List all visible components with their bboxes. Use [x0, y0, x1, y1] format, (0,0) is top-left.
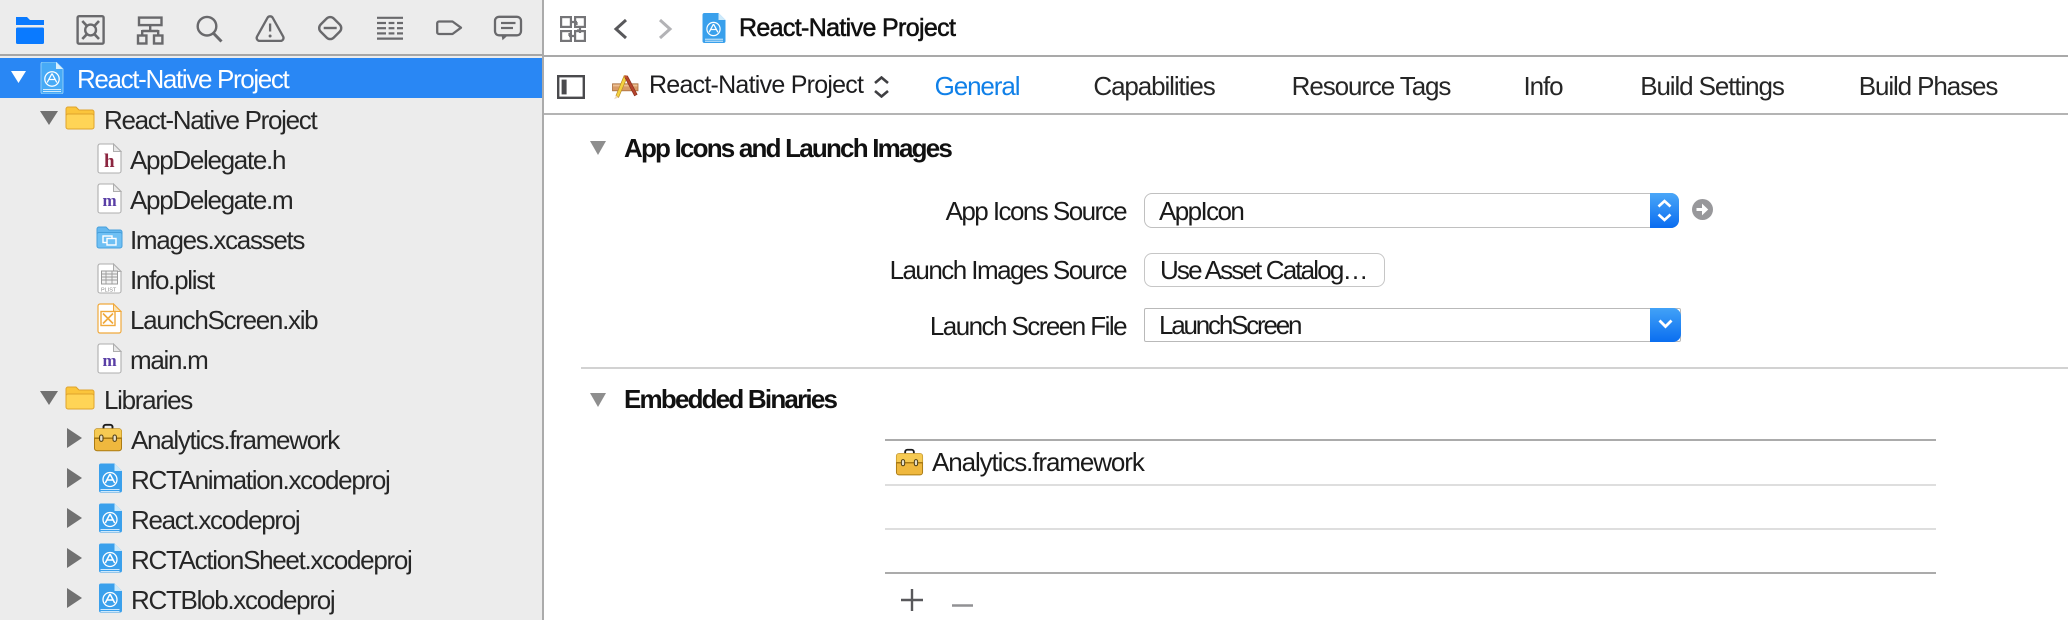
svg-text:PLIST: PLIST: [101, 288, 117, 294]
svg-text:m: m: [103, 351, 117, 370]
svg-text:h: h: [104, 151, 115, 172]
svg-text:m: m: [103, 191, 117, 210]
